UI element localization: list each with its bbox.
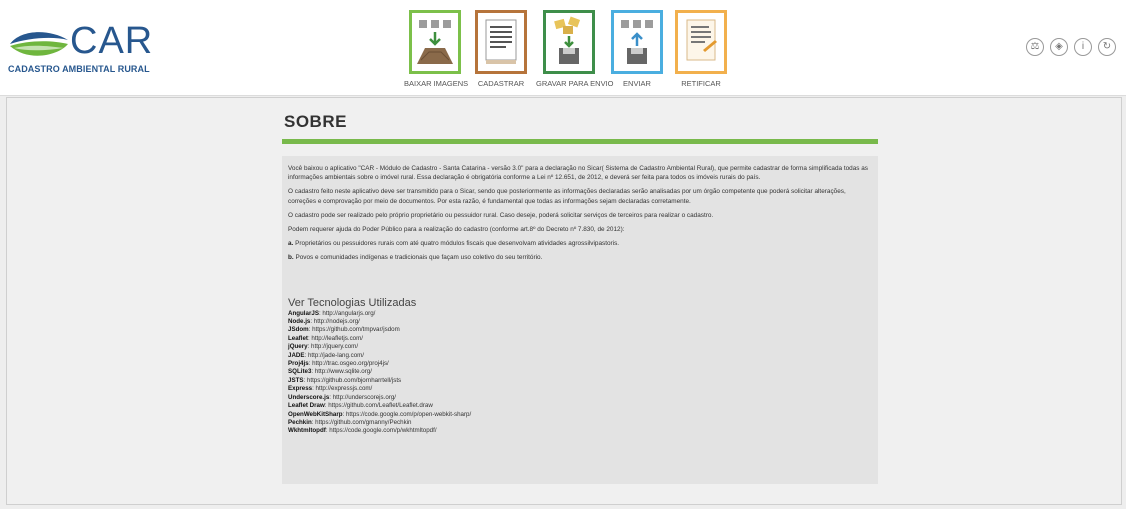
- send-icon: [621, 20, 653, 64]
- tech-name: AngularJS: [288, 309, 319, 317]
- download-images-label: BAIXAR IMAGENS: [404, 79, 469, 88]
- tech-name: JADE: [288, 351, 305, 359]
- technologies-list: AngularJS: http://angularjs.org/ Node.js…: [288, 310, 872, 436]
- tech-item: JADE: http://jade-lang.com/: [288, 352, 872, 360]
- tech-link[interactable]: : https://github.com/gmanny/Pechkin: [312, 419, 412, 426]
- tech-name: Leaflet Draw: [288, 402, 325, 410]
- technologies-toggle[interactable]: Ver Tecnologias Utilizadas: [288, 297, 872, 309]
- save-for-sending-button[interactable]: GRAVAR PARA ENVIO: [536, 10, 614, 88]
- tech-item: Pechkin: https://github.com/gmanny/Pechk…: [288, 419, 872, 427]
- tech-item: Leaflet Draw: https://github.com/Leaflet…: [288, 402, 872, 410]
- about-paragraph: O cadastro pode ser realizado pelo própr…: [288, 211, 714, 219]
- save-for-sending-icon: [554, 16, 581, 64]
- download-images-button[interactable]: BAIXAR IMAGENS: [404, 10, 469, 88]
- tech-item: JSdom: https://github.com/tmpvar/jsdom: [288, 326, 872, 334]
- header-actions: ⚖ ◈ i ↻: [1026, 38, 1116, 56]
- rectify-tile: [675, 10, 727, 74]
- download-images-tile: [409, 10, 461, 74]
- tech-link[interactable]: : http://underscorejs.org/: [329, 394, 396, 401]
- register-tile: [475, 10, 527, 74]
- tech-item: Underscore.js: http://underscorejs.org/: [288, 394, 872, 402]
- car-logo-mark-icon: [10, 32, 68, 56]
- tech-item: OpenWebKitSharp: https://code.google.com…: [288, 411, 872, 419]
- item-text: Proprietários ou pessuidores rurais com …: [293, 240, 620, 248]
- register-label: CADASTRAR: [477, 79, 525, 88]
- tech-link[interactable]: : https://code.google.com/p/wkhtmltopdf/: [326, 427, 437, 434]
- eligibility-item-a: a. Proprietários ou pessuidores rurais c…: [288, 239, 872, 248]
- tech-link[interactable]: : https://code.google.com/p/open-webkit-…: [343, 411, 472, 418]
- about-panel: Você baixou o aplicativo "CAR - Módulo d…: [282, 156, 878, 484]
- tech-link[interactable]: : https://github.com/Leaflet/Leaflet.dra…: [325, 402, 433, 409]
- tech-name: Express: [288, 385, 313, 393]
- tech-item: Express: http://expressjs.com/: [288, 385, 872, 393]
- register-button[interactable]: CADASTRAR: [472, 10, 530, 88]
- tech-name: Node.js: [288, 318, 311, 326]
- tech-item: jQuery: http://jquery.com/: [288, 343, 872, 351]
- tech-name: JSTS: [288, 376, 304, 384]
- tech-item: Proj4js: http://trac.osgeo.org/proj4js/: [288, 360, 872, 368]
- item-text: Povos e comunidades indígenas e tradicio…: [293, 254, 543, 262]
- tech-name: Proj4js: [288, 360, 309, 368]
- about-paragraph: Podem requerer ajuda do Poder Público pa…: [288, 226, 625, 234]
- send-label: ENVIAR: [623, 79, 651, 88]
- refresh-icon[interactable]: ↻: [1098, 38, 1116, 56]
- tech-link[interactable]: : https://github.com/bjornharrtell/jsts: [303, 377, 401, 384]
- tech-item: SQLite3: http://www.sqlite.org/: [288, 368, 872, 376]
- tech-name: Pechkin: [288, 418, 312, 426]
- tech-link[interactable]: : https://github.com/tmpvar/jsdom: [309, 326, 400, 333]
- tech-name: Leaflet: [288, 334, 308, 342]
- send-tile: [611, 10, 663, 74]
- tech-link[interactable]: : http://expressjs.com/: [312, 385, 372, 392]
- register-document-icon: [485, 19, 517, 64]
- rectify-button[interactable]: RETIFICAR: [672, 10, 730, 88]
- app-header: CAR CADASTRO AMBIENTAL RURAL BAIXAR IMAG…: [0, 0, 1126, 96]
- tech-item: Leaflet: http://leafletjs.com/: [288, 335, 872, 343]
- tech-link[interactable]: : http://www.sqlite.org/: [311, 368, 372, 375]
- download-images-icon: [417, 20, 453, 64]
- tech-item: JSTS: https://github.com/bjornharrtell/j…: [288, 377, 872, 385]
- tech-name: Underscore.js: [288, 393, 330, 401]
- scale-icon[interactable]: ⚖: [1026, 38, 1044, 56]
- tech-name: SQLite3: [288, 368, 312, 376]
- rectify-icon: [686, 19, 717, 61]
- eligibility-item-b: b. Povos e comunidades indígenas e tradi…: [288, 253, 872, 262]
- tech-item: Node.js: http://nodejs.org/: [288, 318, 872, 326]
- tech-item: AngularJS: http://angularjs.org/: [288, 310, 872, 318]
- page-title: SOBRE: [284, 112, 347, 131]
- layers-icon[interactable]: ◈: [1050, 38, 1068, 56]
- tech-name: OpenWebKitSharp: [288, 410, 343, 418]
- about-paragraph: Você baixou o aplicativo "CAR - Módulo d…: [288, 165, 868, 182]
- tech-name: JSdom: [288, 326, 309, 334]
- about-paragraph: O cadastro feito neste aplicativo deve s…: [288, 188, 846, 205]
- save-for-sending-tile: [543, 10, 595, 74]
- car-logo[interactable]: CAR CADASTRO AMBIENTAL RURAL: [8, 20, 158, 78]
- save-for-sending-label: GRAVAR PARA ENVIO: [536, 79, 614, 88]
- tech-name: jQuery: [288, 343, 308, 351]
- rectify-label: RETIFICAR: [681, 79, 721, 88]
- logo-subtitle: CADASTRO AMBIENTAL RURAL: [8, 64, 150, 74]
- title-underline: [282, 139, 878, 144]
- tech-link[interactable]: : http://angularjs.org/: [319, 310, 375, 317]
- logo-text: CAR: [70, 20, 154, 62]
- tech-link[interactable]: : http://jade-lang.com/: [305, 352, 365, 359]
- send-button[interactable]: ENVIAR: [608, 10, 666, 88]
- tech-link[interactable]: : http://leafletjs.com/: [308, 335, 363, 342]
- about-page: SOBRE Você baixou o aplicativo "CAR - Mó…: [282, 112, 878, 484]
- tech-link[interactable]: : http://jquery.com/: [308, 343, 358, 350]
- tech-link[interactable]: : http://trac.osgeo.org/proj4js/: [309, 360, 389, 367]
- tech-item: Wkhtmltopdf: https://code.google.com/p/w…: [288, 427, 872, 435]
- info-icon[interactable]: i: [1074, 38, 1092, 56]
- tech-link[interactable]: : http://nodejs.org/: [310, 318, 360, 325]
- tech-name: Wkhtmltopdf: [288, 427, 326, 435]
